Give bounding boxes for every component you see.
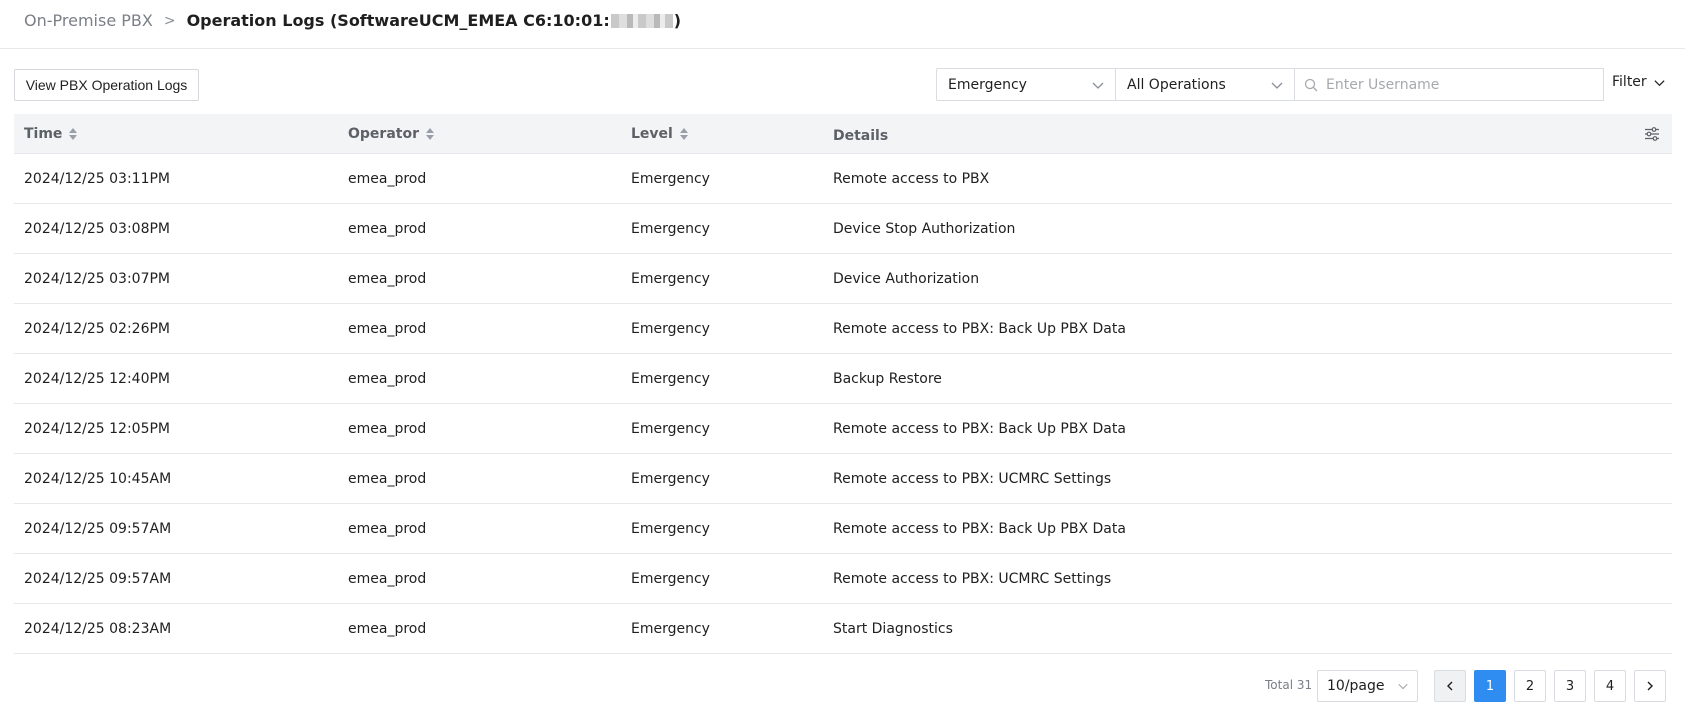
cell-details: Remote access to PBX xyxy=(833,171,990,187)
cell-details: Backup Restore xyxy=(833,371,942,387)
cell-operator: emea_prod xyxy=(348,371,427,387)
pagination: Total 31 10/page 1 2 3 4 xyxy=(0,670,1685,702)
table-body: 2024/12/25 03:11PM emea_prod Emergency R… xyxy=(14,154,1672,654)
cell-level: Emergency xyxy=(631,271,710,287)
operation-logs-table: Time Operator Level Details 2024/12/25 0… xyxy=(14,114,1672,654)
table-row: 2024/12/25 03:07PM emea_prod Emergency D… xyxy=(14,254,1672,304)
table-row: 2024/12/25 12:40PM emea_prod Emergency B… xyxy=(14,354,1672,404)
cell-operator: emea_prod xyxy=(348,171,427,187)
table-row: 2024/12/25 10:45AM emea_prod Emergency R… xyxy=(14,454,1672,504)
cell-time: 2024/12/25 03:07PM xyxy=(24,271,171,287)
cell-time: 2024/12/25 12:05PM xyxy=(24,421,171,437)
table-row: 2024/12/25 09:57AM emea_prod Emergency R… xyxy=(14,504,1672,554)
redacted-mac-address xyxy=(610,13,673,28)
table-row: 2024/12/25 09:57AM emea_prod Emergency R… xyxy=(14,554,1672,604)
column-header-time[interactable]: Time xyxy=(24,114,78,154)
cell-details: Device Stop Authorization xyxy=(833,221,1016,237)
cell-details: Remote access to PBX: Back Up PBX Data xyxy=(833,321,1126,337)
table-row: 2024/12/25 02:26PM emea_prod Emergency R… xyxy=(14,304,1672,354)
breadcrumb-separator: > xyxy=(163,12,176,29)
cell-time: 2024/12/25 12:40PM xyxy=(24,371,171,387)
table-row: 2024/12/25 03:08PM emea_prod Emergency D… xyxy=(14,204,1672,254)
breadcrumb-parent-link[interactable]: On-Premise PBX xyxy=(24,11,153,30)
chevron-right-icon xyxy=(1647,681,1653,691)
cell-time: 2024/12/25 09:57AM xyxy=(24,521,172,537)
cell-operator: emea_prod xyxy=(348,221,427,237)
prev-page-button[interactable] xyxy=(1434,670,1466,702)
operations-select[interactable]: All Operations xyxy=(1115,68,1295,101)
view-pbx-operation-logs-button[interactable]: View PBX Operation Logs xyxy=(14,69,199,101)
chevron-left-icon xyxy=(1447,681,1453,691)
username-search-box xyxy=(1294,68,1604,101)
operations-select-value: All Operations xyxy=(1127,76,1226,93)
page-title-prefix: Operation Logs (SoftwareUCM_EMEA C6:10:0… xyxy=(186,11,610,30)
page-button-4[interactable]: 4 xyxy=(1594,670,1626,702)
level-select-value: Emergency xyxy=(948,76,1027,93)
page-button-2[interactable]: 2 xyxy=(1514,670,1546,702)
cell-level: Emergency xyxy=(631,421,710,437)
column-header-label: Time xyxy=(24,126,63,142)
total-count: Total 31 xyxy=(1265,678,1313,692)
cell-time: 2024/12/25 03:08PM xyxy=(24,221,171,237)
cell-details: Remote access to PBX: Back Up PBX Data xyxy=(833,421,1126,437)
page-button-3[interactable]: 3 xyxy=(1554,670,1586,702)
cell-level: Emergency xyxy=(631,471,710,487)
cell-operator: emea_prod xyxy=(348,321,427,337)
cell-time: 2024/12/25 10:45AM xyxy=(24,471,172,487)
cell-time: 2024/12/25 02:26PM xyxy=(24,321,171,337)
level-select[interactable]: Emergency xyxy=(936,68,1116,101)
cell-operator: emea_prod xyxy=(348,521,427,537)
cell-level: Emergency xyxy=(631,321,710,337)
cell-level: Emergency xyxy=(631,171,710,187)
cell-time: 2024/12/25 03:11PM xyxy=(24,171,171,187)
page-title-suffix: ) xyxy=(673,11,682,30)
cell-level: Emergency xyxy=(631,221,710,237)
column-header-label: Operator xyxy=(348,126,419,142)
table-header: Time Operator Level Details xyxy=(14,114,1672,154)
chevron-down-icon xyxy=(1271,82,1283,89)
column-header-label: Details xyxy=(833,128,889,144)
column-header-level[interactable]: Level xyxy=(631,114,688,154)
column-settings-icon[interactable] xyxy=(1644,126,1660,142)
cell-operator: emea_prod xyxy=(348,621,427,637)
page-header: On-Premise PBX > Operation Logs (Softwar… xyxy=(0,0,1685,49)
cell-level: Emergency xyxy=(631,571,710,587)
cell-details: Remote access to PBX: UCMRC Settings xyxy=(833,571,1112,587)
cell-level: Emergency xyxy=(631,621,710,637)
cell-operator: emea_prod xyxy=(348,421,427,437)
cell-operator: emea_prod xyxy=(348,571,427,587)
table-row: 2024/12/25 12:05PM emea_prod Emergency R… xyxy=(14,404,1672,454)
chevron-down-icon xyxy=(1654,79,1665,86)
next-page-button[interactable] xyxy=(1634,670,1666,702)
column-header-label: Level xyxy=(631,126,673,142)
search-icon xyxy=(1304,78,1318,91)
filter-label: Filter xyxy=(1612,74,1647,90)
page-title: Operation Logs (SoftwareUCM_EMEA C6:10:0… xyxy=(187,11,681,30)
cell-level: Emergency xyxy=(631,521,710,537)
chevron-down-icon xyxy=(1398,683,1408,690)
cell-operator: emea_prod xyxy=(348,271,427,287)
chevron-down-icon xyxy=(1092,82,1104,89)
cell-level: Emergency xyxy=(631,371,710,387)
column-header-operator[interactable]: Operator xyxy=(348,114,434,154)
table-row: 2024/12/25 03:11PM emea_prod Emergency R… xyxy=(14,154,1672,204)
breadcrumb: On-Premise PBX > Operation Logs (Softwar… xyxy=(24,11,681,30)
filter-toggle[interactable]: Filter xyxy=(1612,74,1666,90)
cell-operator: emea_prod xyxy=(348,471,427,487)
sort-icon[interactable] xyxy=(679,128,688,140)
column-header-details: Details xyxy=(833,116,888,156)
page-button-1[interactable]: 1 xyxy=(1474,670,1506,702)
cell-details: Start Diagnostics xyxy=(833,621,953,637)
page-size-select[interactable]: 10/page xyxy=(1317,670,1418,702)
sort-icon[interactable] xyxy=(425,128,434,140)
cell-time: 2024/12/25 08:23AM xyxy=(24,621,172,637)
page-size-value: 10/page xyxy=(1327,678,1385,694)
cell-details: Remote access to PBX: Back Up PBX Data xyxy=(833,521,1126,537)
sort-icon[interactable] xyxy=(69,128,78,140)
table-row: 2024/12/25 08:23AM emea_prod Emergency S… xyxy=(14,604,1672,654)
username-search-input[interactable] xyxy=(1326,76,1596,93)
cell-time: 2024/12/25 09:57AM xyxy=(24,571,172,587)
cell-details: Remote access to PBX: UCMRC Settings xyxy=(833,471,1112,487)
cell-details: Device Authorization xyxy=(833,271,980,287)
